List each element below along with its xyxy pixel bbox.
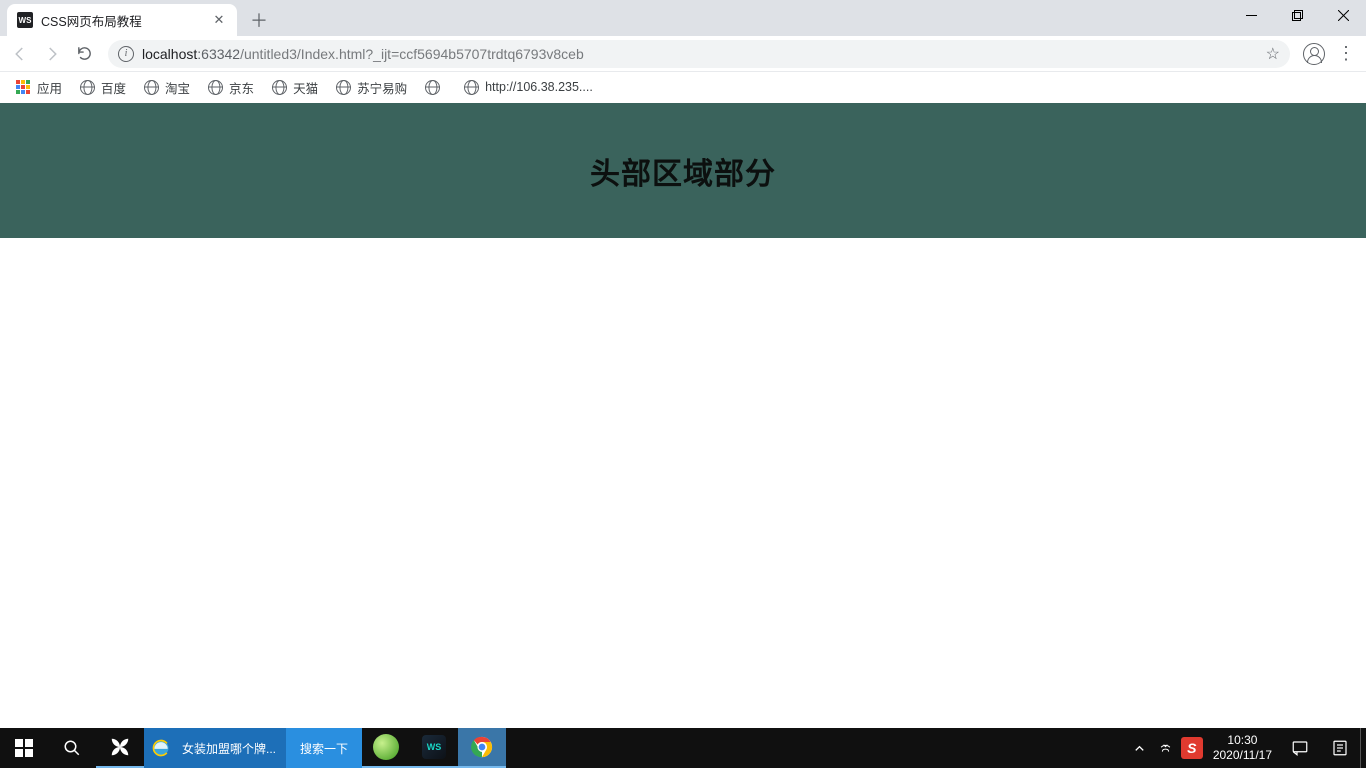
taskbar-app-chrome[interactable] [458,728,506,768]
browser-tab[interactable]: WS CSS网页布局教程 ✕ [7,4,237,36]
taskbar-app-pinwheel[interactable] [96,728,144,768]
globe-icon [425,80,440,95]
clock-date: 2020/11/17 [1213,748,1272,763]
globe-icon [144,80,159,95]
sogou-icon: S [1181,737,1203,759]
clock-time: 10:30 [1213,733,1272,748]
app-360-icon [373,734,399,760]
windows-taskbar: 女装加盟哪个牌... 搜索一下 WS S 10:30 2020/11/17 [0,728,1366,768]
bookmark-item[interactable]: 百度 [72,74,134,100]
taskbar-app-webstorm[interactable]: WS [410,728,458,768]
bookmarks-bar: 应用 百度 淘宝 京东 天猫 苏宁易购 http://106.38.235...… [0,72,1366,103]
chrome-icon [471,736,493,758]
webstorm-icon: WS [422,735,446,759]
ie-search-button[interactable]: 搜索一下 [286,728,362,768]
tray-overflow-button[interactable] [1127,728,1153,768]
globe-icon [272,80,287,95]
site-info-icon[interactable]: i [118,46,134,62]
apps-label: 应用 [37,78,62,97]
url-port: :63342 [197,46,240,62]
search-button[interactable] [48,728,96,768]
apps-grid-icon [16,80,30,94]
page-viewport: 头部区域部分 [0,103,1366,728]
bookmark-label: 天猫 [293,78,318,97]
bookmark-item[interactable]: 苏宁易购 [328,74,415,100]
show-desktop-button[interactable] [1360,728,1366,768]
nav-reload-button[interactable] [70,40,98,68]
taskbar-app-ie-window[interactable]: 女装加盟哪个牌... 搜索一下 [144,728,362,768]
bookmark-star-icon[interactable]: ☆ [1266,44,1280,64]
url-host: localhost [142,46,197,62]
ie-window-title: 女装加盟哪个牌... [178,728,286,768]
system-tray: S 10:30 2020/11/17 [1127,728,1366,768]
window-controls [1228,0,1366,30]
bookmark-label: 淘宝 [165,78,190,97]
bookmark-item[interactable]: 天猫 [264,74,326,100]
bookmark-item[interactable]: 京东 [200,74,262,100]
url-text: localhost:63342/untitled3/Index.html?_ij… [142,46,584,62]
new-tab-button[interactable]: ＋ [245,6,273,34]
browser-toolbar: i localhost:63342/untitled3/Index.html?_… [0,36,1366,72]
window-minimize-button[interactable] [1228,0,1274,30]
globe-icon [464,80,479,95]
action-center-button[interactable] [1280,728,1320,768]
ie-icon [144,728,178,768]
tray-network-icon[interactable] [1153,728,1179,768]
start-button[interactable] [0,728,48,768]
bookmark-item[interactable] [417,74,454,100]
apps-shortcut[interactable]: 应用 [8,74,70,100]
url-path: /untitled3/Index.html?_ijt=ccf5694b5707t… [240,46,584,62]
avatar-icon [1303,43,1325,65]
browser-tab-strip: WS CSS网页布局教程 ✕ ＋ [0,0,1366,36]
bookmark-label: 苏宁易购 [357,78,407,97]
globe-icon [336,80,351,95]
window-close-button[interactable] [1320,0,1366,30]
bookmark-label: 百度 [101,78,126,97]
notes-button[interactable] [1320,728,1360,768]
taskbar-clock[interactable]: 10:30 2020/11/17 [1205,733,1280,763]
nav-back-button[interactable] [6,40,34,68]
page-header-section: 头部区域部分 [0,103,1366,238]
taskbar-app-360[interactable] [362,728,410,768]
profile-avatar-button[interactable] [1300,40,1328,68]
bookmark-item[interactable]: http://106.38.235.... [456,74,601,100]
nav-forward-button[interactable] [38,40,66,68]
bookmark-label: 京东 [229,78,254,97]
tab-title: CSS网页布局教程 [41,11,203,30]
globe-icon [80,80,95,95]
window-maximize-button[interactable] [1274,0,1320,30]
bookmark-label: http://106.38.235.... [485,80,593,94]
page-header-title: 头部区域部分 [590,149,776,193]
tab-favicon: WS [17,12,33,28]
globe-icon [208,80,223,95]
browser-menu-button[interactable]: ⋮ [1332,40,1360,68]
address-bar[interactable]: i localhost:63342/untitled3/Index.html?_… [108,40,1290,68]
tray-ime-icon[interactable]: S [1179,728,1205,768]
bookmark-item[interactable]: 淘宝 [136,74,198,100]
close-tab-icon[interactable]: ✕ [211,12,227,28]
